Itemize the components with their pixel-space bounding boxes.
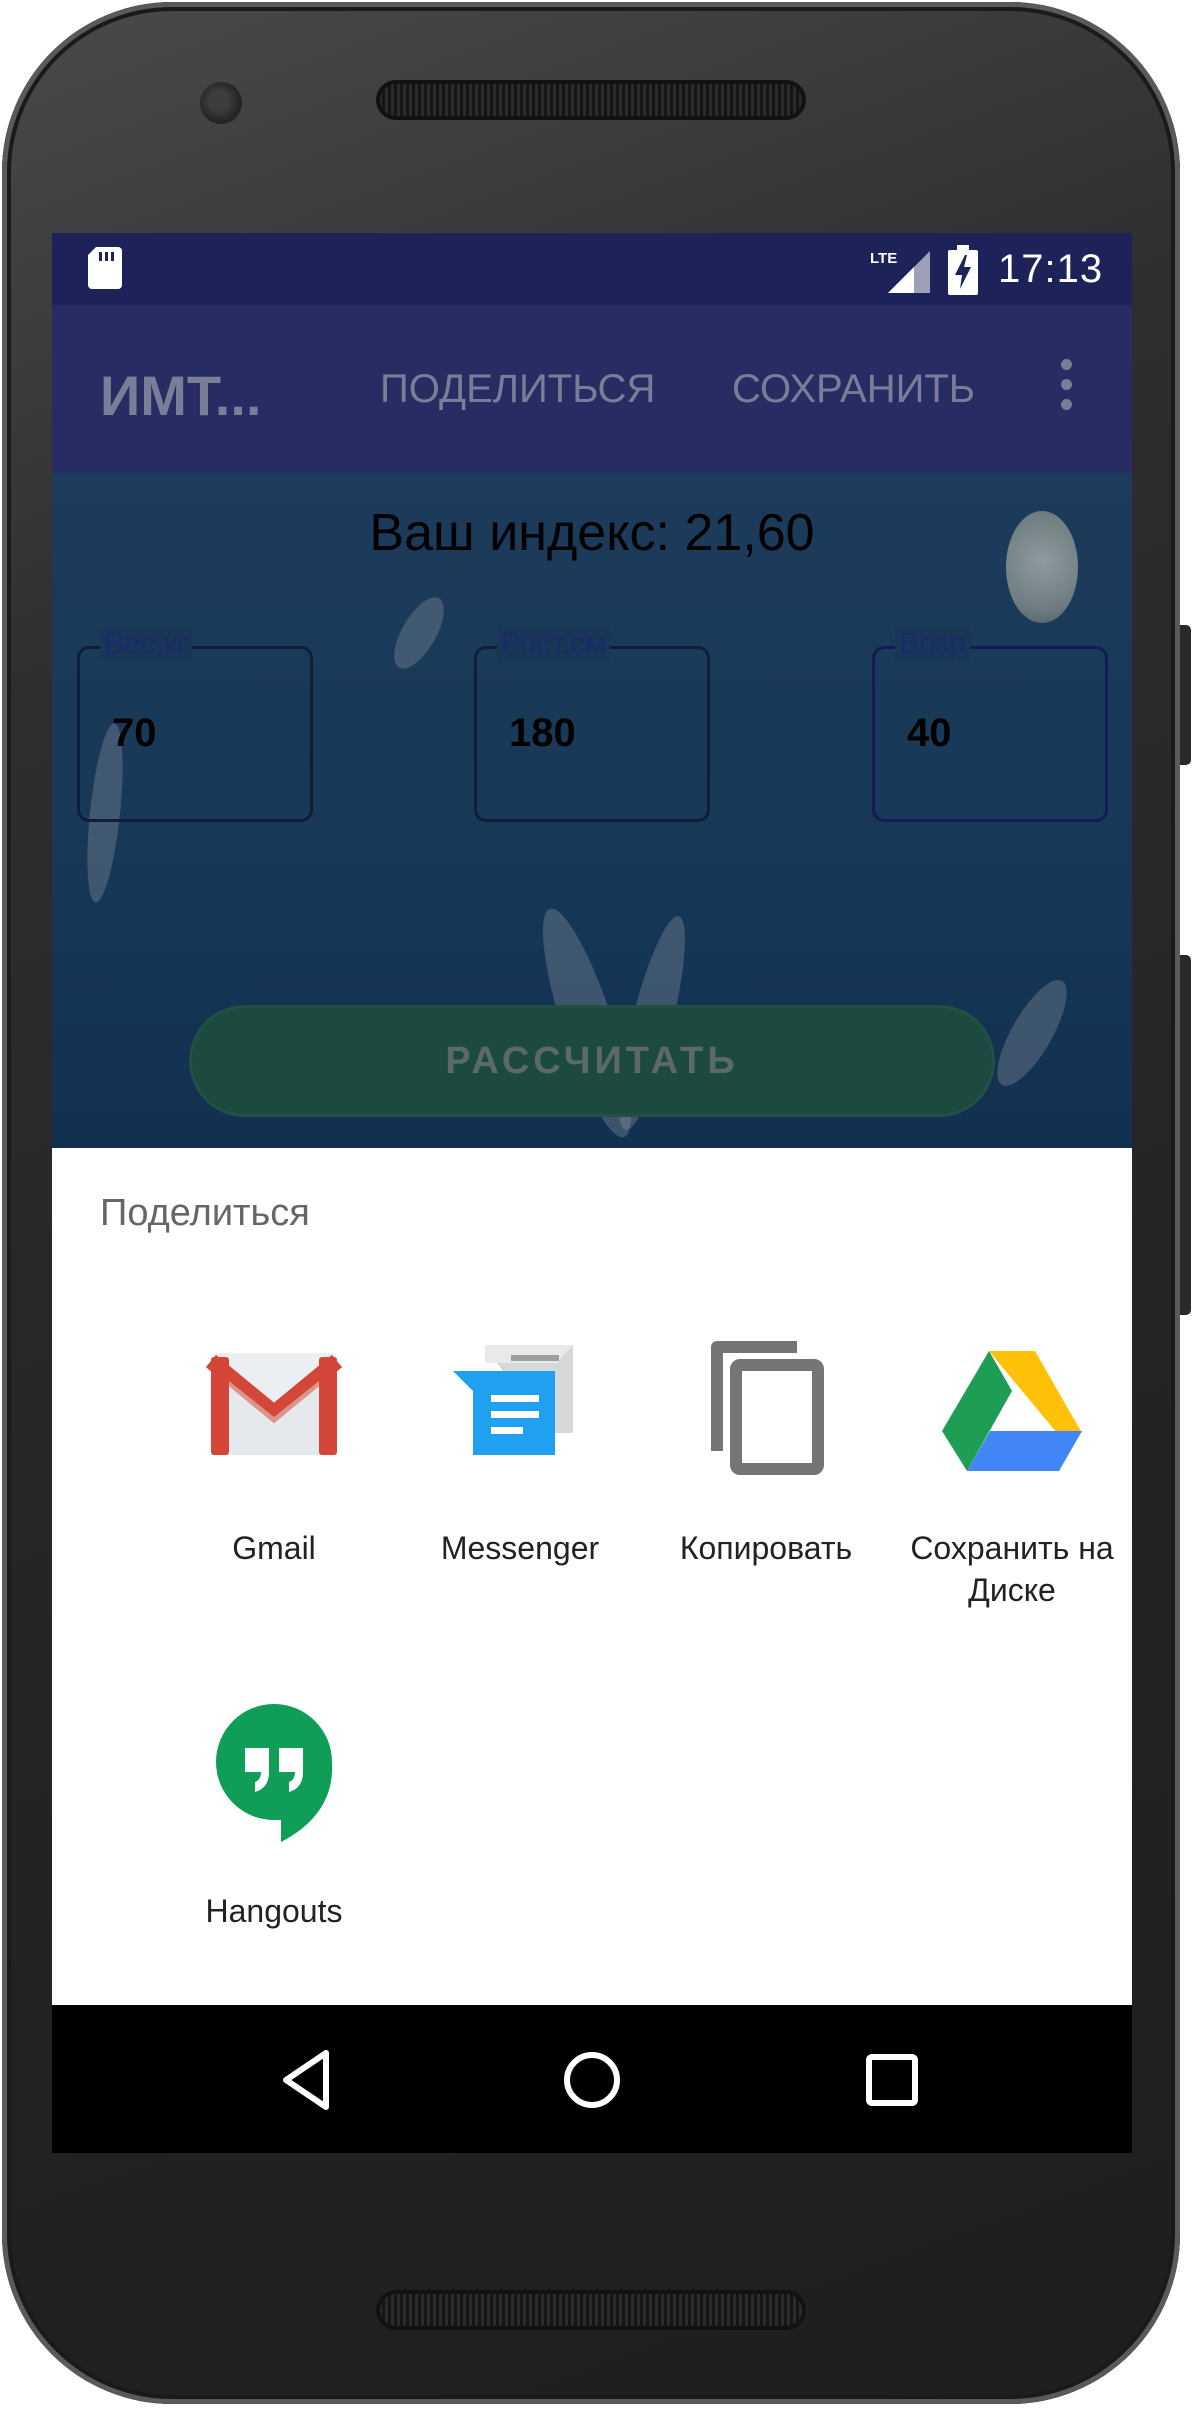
share-sheet: Поделиться Gmail Messenger Копировать Со… bbox=[52, 1148, 1132, 2005]
age-label: Возр bbox=[895, 627, 970, 661]
share-target-hangouts[interactable]: Hangouts bbox=[151, 1696, 397, 1932]
main-content: Ваш индекс: 21,60 Вес,кг 70 Рост,см 180 … bbox=[52, 473, 1132, 1148]
volume-button bbox=[1180, 955, 1191, 1315]
power-button bbox=[1180, 625, 1191, 765]
share-target-label: Копировать bbox=[679, 1530, 853, 1566]
back-icon[interactable] bbox=[274, 2045, 344, 2115]
app-bar: ИМТ... ПОДЕЛИТЬСЯ СОХРАНИТЬ bbox=[52, 305, 1132, 473]
sd-card-icon bbox=[88, 247, 122, 289]
gmail-icon bbox=[205, 1353, 343, 1455]
share-sheet-title: Поделиться bbox=[100, 1192, 310, 1234]
calculate-button[interactable]: РАССЧИТАТЬ bbox=[189, 1005, 995, 1117]
messenger-icon bbox=[453, 1345, 573, 1455]
share-action-button[interactable]: ПОДЕЛИТЬСЯ bbox=[380, 367, 655, 412]
bottom-speaker bbox=[376, 2290, 806, 2330]
copy-icon bbox=[711, 1341, 824, 1475]
save-action-button[interactable]: СОХРАНИТЬ bbox=[732, 367, 975, 412]
age-field[interactable]: Возр 40 bbox=[872, 627, 1108, 822]
share-target-label: Gmail bbox=[232, 1530, 316, 1566]
navigation-bar bbox=[52, 2005, 1132, 2153]
earpiece-speaker bbox=[376, 80, 806, 120]
front-camera bbox=[200, 82, 242, 124]
app-title: ИМТ... bbox=[100, 364, 262, 427]
bmi-result-text: Ваш индекс: 21,60 bbox=[369, 504, 815, 562]
weight-label: Вес,кг bbox=[100, 627, 193, 661]
share-target-label: Messenger bbox=[440, 1530, 600, 1566]
recents-icon[interactable] bbox=[857, 2045, 927, 2115]
share-target-label: Hangouts bbox=[205, 1893, 343, 1929]
clock: 17:13 bbox=[998, 247, 1104, 291]
background-feather bbox=[384, 589, 454, 677]
weight-value: 70 bbox=[112, 711, 157, 755]
screen: LTE 17:13 ИМТ... ПОДЕЛИТЬСЯ СОХРАНИТЬ Ва… bbox=[52, 233, 1132, 2153]
height-value: 180 bbox=[509, 711, 576, 755]
hangouts-icon bbox=[216, 1704, 333, 1842]
height-field[interactable]: Рост,см 180 bbox=[474, 627, 710, 822]
status-bar: LTE 17:13 bbox=[52, 233, 1132, 305]
home-icon[interactable] bbox=[557, 2045, 627, 2115]
lte-signal-icon: LTE bbox=[870, 250, 930, 293]
google-drive-icon bbox=[942, 1351, 1082, 1471]
background-feather bbox=[984, 971, 1080, 1095]
battery-charging-icon bbox=[948, 245, 978, 295]
share-target-label: Сохранить на Диске bbox=[910, 1530, 1114, 1608]
share-target-copy[interactable]: Копировать bbox=[643, 1333, 889, 1569]
share-target-messenger[interactable]: Messenger bbox=[397, 1333, 643, 1569]
share-target-drive[interactable]: Сохранить на Диске bbox=[889, 1333, 1132, 1611]
height-label: Рост,см bbox=[497, 627, 610, 661]
svg-text:LTE: LTE bbox=[870, 250, 897, 267]
weight-field[interactable]: Вес,кг 70 bbox=[77, 627, 313, 822]
overflow-menu-icon[interactable] bbox=[1058, 359, 1074, 415]
share-target-gmail[interactable]: Gmail bbox=[151, 1333, 397, 1569]
age-value: 40 bbox=[907, 711, 952, 755]
